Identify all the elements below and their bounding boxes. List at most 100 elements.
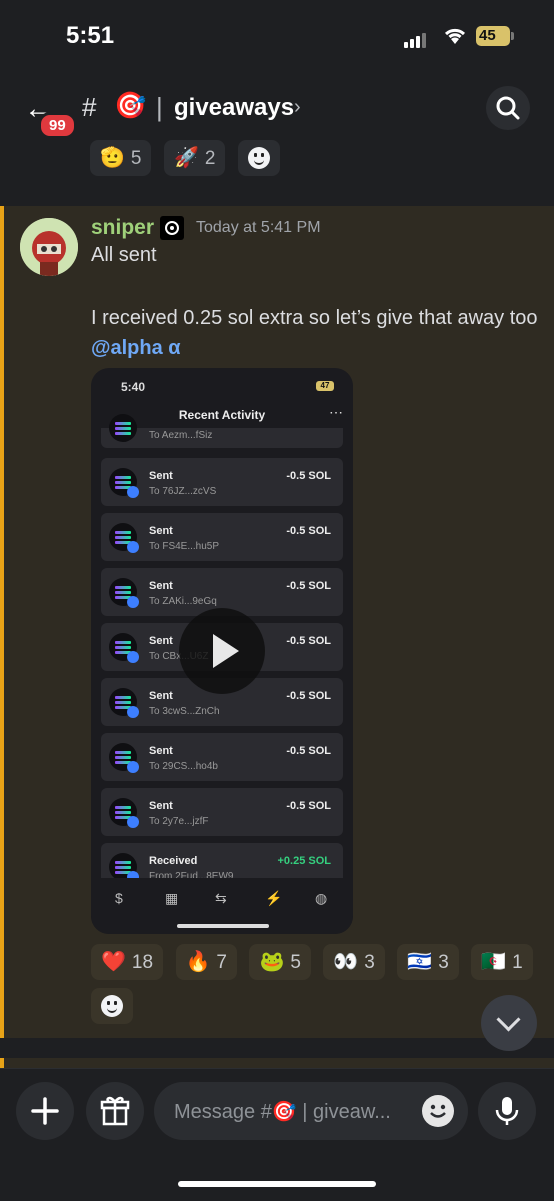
send-badge-icon [127, 486, 139, 498]
transaction-amount: -0.5 SOL [286, 745, 331, 757]
unread-badge: 99 [38, 112, 77, 139]
transaction-kind: Sent [149, 525, 173, 537]
transaction-kind: Received [149, 855, 198, 867]
reaction-emoji: 👀 [333, 951, 359, 973]
channel-hash: # [82, 92, 97, 122]
reaction-emoji: 🇩🇿 [481, 951, 507, 973]
add-attachment-button[interactable] [16, 1082, 74, 1140]
play-icon [213, 634, 239, 668]
transaction-amount: -0.5 SOL [286, 690, 331, 702]
globe-icon: ◍ [315, 890, 328, 906]
send-badge-icon [127, 541, 139, 553]
transaction-kind: Sent [149, 635, 173, 647]
transaction-amount: -0.5 SOL [286, 580, 331, 592]
avatar-image [20, 218, 78, 276]
grid-icon: ▦ [165, 890, 179, 906]
add-reaction-button[interactable] [237, 140, 280, 176]
chevron-right-icon[interactable]: › [294, 96, 301, 119]
message-input[interactable]: Message #🎯 | giveaw... [154, 1082, 468, 1140]
channel-header: ← 99 # 🎯 | giveaways › [0, 72, 554, 144]
wifi-icon [444, 28, 466, 44]
play-button[interactable] [179, 608, 265, 694]
avatar[interactable] [20, 218, 78, 276]
message-line: All sent [91, 244, 157, 266]
reaction-salute[interactable]: 🫡 5 [90, 140, 152, 176]
reaction-flag[interactable]: 🇮🇱 3 [397, 944, 459, 980]
transaction-detail: To ZAKi...9eGq [149, 596, 217, 607]
reaction-count: 7 [216, 952, 227, 973]
channel-name[interactable]: giveaways [174, 94, 294, 122]
message-placeholder: Message #🎯 | giveaw... [174, 1101, 391, 1123]
transaction-amount: -0.5 SOL [286, 525, 331, 537]
smile-icon [247, 146, 270, 169]
microphone-icon [495, 1097, 519, 1125]
reaction-emoji: 🚀 [173, 147, 199, 169]
smile-icon [101, 994, 123, 1017]
transaction-kind: Sent [149, 470, 173, 482]
reaction-count: 18 [131, 952, 154, 973]
reaction-emoji: 🐸 [259, 951, 285, 973]
reaction-eyes[interactable]: 👀 3 [323, 944, 385, 980]
transaction-kind: Sent [149, 800, 173, 812]
reaction-count: 5 [130, 148, 142, 169]
reaction-emoji: 🫡 [100, 147, 125, 169]
attachment-home-indicator [177, 924, 269, 928]
battery-icon: 45 [476, 26, 510, 46]
send-badge-icon [127, 816, 139, 828]
signal-icon [404, 30, 428, 48]
channel-separator: | [156, 92, 163, 122]
reaction-emoji: 🔥 [185, 951, 211, 973]
send-badge-icon [127, 761, 139, 773]
message-text: I received 0.25 sol extra so let’s give … [91, 307, 538, 329]
transaction-row: Sent To 2y7e...jzfF -0.5 SOL [101, 788, 343, 836]
transaction-amount: +0.25 SOL [277, 855, 331, 867]
transaction-kind: Sent [149, 745, 173, 757]
reaction-count: 3 [364, 952, 375, 973]
reaction-emoji: 🇮🇱 [407, 951, 433, 973]
reaction-frog[interactable]: 🐸 5 [249, 944, 311, 980]
emoji-picker-icon[interactable] [422, 1095, 454, 1127]
reaction-count: 3 [438, 952, 449, 973]
transaction-detail: To 3cwS...ZnCh [149, 706, 220, 717]
transaction-detail: To FS4E...hu5P [149, 541, 220, 552]
chevron-down-icon [496, 1007, 521, 1032]
server-tag-icon [160, 216, 184, 240]
reaction-flag-algeria[interactable]: 🇩🇿 1 [471, 944, 533, 980]
reaction-fire[interactable]: 🔥 7 [175, 944, 237, 980]
reaction-count: 1 [512, 952, 523, 973]
reaction-emoji: ❤️ [101, 951, 126, 973]
lightning-icon: ⚡ [265, 890, 283, 906]
solana-icon [109, 414, 137, 442]
user-mention[interactable]: @alpha α [91, 337, 181, 359]
transaction-amount: -0.5 SOL [286, 635, 331, 647]
reaction-count: 5 [290, 952, 301, 973]
transaction-kind: Sent [149, 690, 173, 702]
video-attachment[interactable]: 5:40 47 Recent Activity ⋯ To Aezm...fSiz… [91, 368, 353, 934]
search-icon [496, 96, 520, 120]
search-button[interactable] [486, 86, 530, 130]
status-time: 5:51 [66, 22, 115, 49]
username[interactable]: sniper [91, 216, 154, 240]
previous-message-reactions: 🫡 5 🚀 2 [90, 140, 288, 178]
send-badge-icon [127, 651, 139, 663]
transaction-detail: To 2y7e...jzfF [149, 816, 209, 827]
transaction-amount: -0.5 SOL [286, 800, 331, 812]
transaction-row: Sent To 29CS...ho4b -0.5 SOL [101, 733, 343, 781]
transaction-detail: To Aezm...fSiz [149, 430, 213, 441]
plus-icon [31, 1097, 59, 1125]
voice-message-button[interactable] [478, 1082, 536, 1140]
gift-button[interactable] [86, 1082, 144, 1140]
reaction-heart[interactable]: ❤️ 18 [91, 944, 164, 980]
dollar-icon: $ [115, 890, 123, 906]
timestamp: Today at 5:41 PM [196, 219, 321, 236]
transaction-row: Sent To FS4E...hu5P -0.5 SOL [101, 513, 343, 561]
reaction-rocket[interactable]: 🚀 2 [163, 140, 226, 176]
gift-icon [100, 1096, 130, 1126]
attachment-time: 5:40 [121, 380, 146, 394]
scroll-to-bottom-button[interactable] [481, 995, 537, 1051]
transaction-amount: -0.5 SOL [286, 470, 331, 482]
reaction-count: 2 [204, 148, 216, 169]
add-reaction-button[interactable] [91, 988, 133, 1024]
swap-icon: ⇆ [215, 890, 227, 906]
channel-emoji: 🎯 [114, 90, 147, 120]
